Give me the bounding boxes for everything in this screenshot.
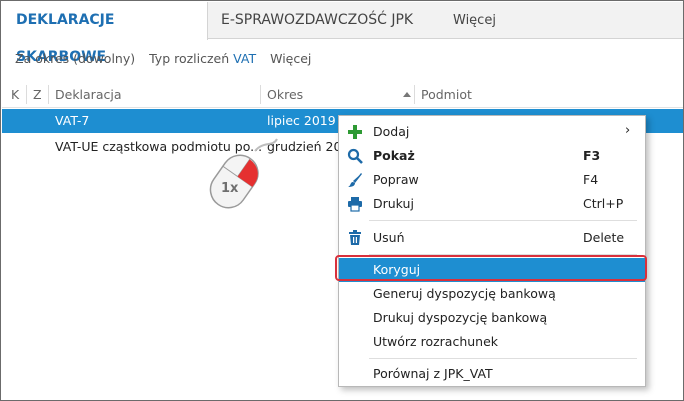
menu-item-shortcut: F4 bbox=[583, 172, 599, 187]
menu-item-usun[interactable]: Usuń Delete bbox=[339, 226, 645, 250]
menu-item-label: Porównaj z JPK_VAT bbox=[373, 366, 493, 381]
context-menu: Dodaj › Pokaż F3 Popraw F4 Drukuj Ctrl+P bbox=[335, 115, 647, 387]
column-deklaracja[interactable]: Deklaracja bbox=[55, 87, 122, 102]
tab-wiecej[interactable]: Więcej bbox=[453, 2, 496, 39]
mouse-click-icon: 1x bbox=[197, 137, 287, 217]
menu-item-drukuj[interactable]: Drukuj Ctrl+P bbox=[339, 192, 645, 216]
more-filters[interactable]: Więcej bbox=[270, 51, 311, 66]
type-filter-label: Typ rozliczeń bbox=[149, 51, 230, 66]
menu-item-pokaz[interactable]: Pokaż F3 bbox=[339, 144, 645, 168]
column-divider[interactable] bbox=[48, 85, 49, 104]
click-count-label: 1x bbox=[221, 181, 239, 196]
menu-item-label: Drukuj dyspozycję bankową bbox=[373, 310, 548, 325]
highlight-ring bbox=[335, 255, 647, 281]
menu-item-label: Usuń bbox=[373, 230, 405, 245]
cell-okres: lipiec 2019 bbox=[267, 113, 336, 128]
menu-item-porownaj-jpk[interactable]: Porównaj z JPK_VAT bbox=[339, 362, 645, 386]
menu-item-label: Dodaj bbox=[373, 124, 410, 139]
type-filter[interactable]: Typ rozliczeń VAT bbox=[149, 51, 256, 66]
app-window: DEKLARACJE SKARBOWE E-SPRAWOZDAWCZOŚĆ JP… bbox=[0, 0, 684, 401]
period-filter[interactable]: Za okres (dowolny) bbox=[15, 51, 135, 66]
menu-separator bbox=[369, 220, 637, 221]
trash-icon bbox=[347, 230, 363, 246]
plus-icon bbox=[347, 124, 363, 140]
menu-item-drukuj-dyspozycje[interactable]: Drukuj dyspozycję bankową bbox=[339, 306, 645, 330]
cell-deklaracja: VAT-7 bbox=[55, 113, 90, 128]
menu-item-dodaj[interactable]: Dodaj › bbox=[339, 120, 645, 144]
column-podmiot[interactable]: Podmiot bbox=[421, 87, 472, 102]
search-icon bbox=[347, 148, 363, 164]
sort-ascending-icon[interactable] bbox=[403, 92, 411, 97]
submenu-arrow-icon: › bbox=[625, 123, 631, 138]
menu-separator bbox=[369, 358, 637, 359]
tab-e-sprawozdawczosc-jpk[interactable]: E-SPRAWOZDAWCZOŚĆ JPK bbox=[221, 2, 413, 39]
column-okres[interactable]: Okres bbox=[267, 87, 303, 102]
brush-icon bbox=[347, 172, 363, 188]
menu-item-shortcut: Delete bbox=[583, 230, 625, 245]
menu-item-shortcut: Ctrl+P bbox=[583, 196, 624, 211]
filter-bar: Za okres (dowolny) Typ rozliczeń VAT Więc… bbox=[15, 51, 321, 66]
tab-bar: DEKLARACJE SKARBOWE E-SPRAWOZDAWCZOŚĆ JP… bbox=[2, 2, 683, 65]
column-divider[interactable] bbox=[414, 85, 415, 104]
menu-item-label: Generuj dyspozycję bankową bbox=[373, 286, 556, 301]
column-header: K Z Deklaracja Okres Podmiot bbox=[2, 81, 683, 108]
menu-item-label: Drukuj bbox=[373, 196, 414, 211]
menu-item-label: Utwórz rozrachunek bbox=[373, 334, 499, 349]
menu-item-label: Popraw bbox=[373, 172, 419, 187]
type-filter-value: VAT bbox=[233, 51, 257, 66]
column-divider[interactable] bbox=[26, 85, 27, 104]
tab-deklaracje-skarbowe[interactable]: DEKLARACJE SKARBOWE bbox=[2, 2, 208, 65]
menu-item-popraw[interactable]: Popraw F4 bbox=[339, 168, 645, 192]
column-divider[interactable] bbox=[260, 85, 261, 104]
column-z[interactable]: Z bbox=[33, 87, 42, 102]
printer-icon bbox=[347, 196, 363, 212]
menu-item-utworz-rozrachunek[interactable]: Utwórz rozrachunek bbox=[339, 330, 645, 354]
menu-item-shortcut: F3 bbox=[583, 148, 601, 163]
column-k[interactable]: K bbox=[11, 87, 19, 102]
menu-item-label: Pokaż bbox=[373, 148, 415, 163]
menu-item-generuj-dyspozycje[interactable]: Generuj dyspozycję bankową bbox=[339, 282, 645, 306]
